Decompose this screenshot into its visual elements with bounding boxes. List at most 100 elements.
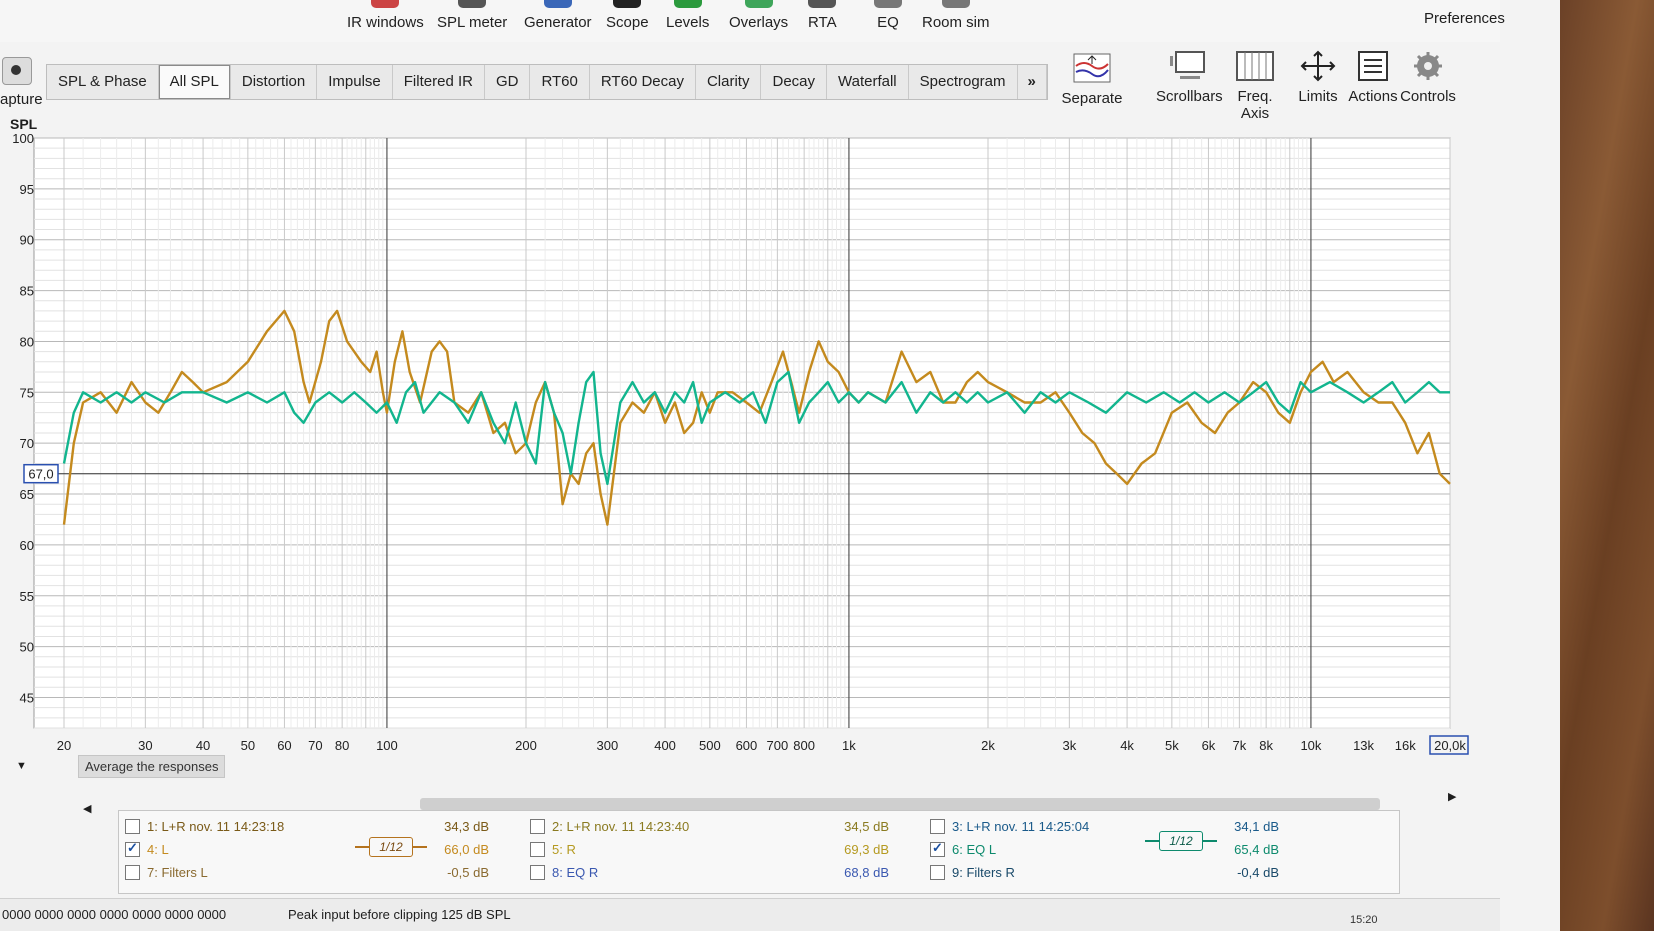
measurement-value: 34,3 dB [444,819,489,834]
measurement-item[interactable]: 3: L+R nov. 11 14:25:04 [930,819,1089,834]
tab-spl-phase[interactable]: SPL & Phase [47,65,159,99]
status-counters: 0000 0000 0000 0000 0000 0000 0000 [2,907,227,922]
toolbar-button-label: IR windows [347,14,424,31]
horizontal-scrollbar[interactable] [420,798,1380,810]
app-window: Preferences IR windows SPL meter Generator… [0,0,1560,931]
separate-icon [1072,52,1112,84]
measurement-item[interactable]: 2: L+R nov. 11 14:23:40 [530,819,689,834]
taskbar-clock: 15:20 [1350,914,1378,926]
measurement-checkbox[interactable] [930,819,945,834]
measurement-value: 68,8 dB [844,865,889,880]
measurement-item[interactable]: 9: Filters R [930,865,1015,880]
scope-icon [613,0,642,8]
scroll-left-arrow[interactable]: ◀ [83,802,91,815]
toolbar-button-levels[interactable]: Levels [666,0,709,42]
x-tick-label: 600 [736,738,758,753]
tab-spectrogram[interactable]: Spectrogram [909,65,1018,99]
measurement-checkbox[interactable] [530,842,545,857]
measurement-label: 3: L+R nov. 11 14:25:04 [952,819,1090,834]
measurement-label: 2: L+R nov. 11 14:23:40 [552,819,690,834]
measurement-item[interactable]: 6: EQ L [930,840,996,857]
y-tick-label: 90 [20,233,34,248]
measurement-value: -0,4 dB [1237,865,1279,880]
toolbar-button-label: Scope [606,14,649,31]
measurement-checkbox[interactable] [530,865,545,880]
capture-button[interactable]: apture [0,55,43,110]
eq-icon [874,0,902,8]
toolbar-button-room-sim[interactable]: Room sim [922,0,990,42]
toolbar-button-generator[interactable]: Generator [524,0,592,42]
x-tick-label: 30 [138,738,152,753]
measurement-item[interactable]: 4: L [125,840,169,857]
measurement-value: -0,5 dB [447,865,489,880]
tab-distortion[interactable]: Distortion [231,65,318,99]
measurement-checkbox[interactable] [125,840,140,857]
x-tick-label: 20,0k [1434,738,1466,753]
toolbar-button-ir-windows[interactable]: IR windows [347,0,424,42]
spl-graph[interactable]: 100 95 90 85 80 75 70 65 60 55 50 45 20 30 40 50 60 70 80 1… [0,128,1480,768]
measurement-item[interactable]: 8: EQ R [530,865,598,880]
tool-freq-axis[interactable]: Freq. Axis [1223,50,1287,122]
measurement-label: 5: R [552,842,576,857]
tab-all-spl[interactable]: All SPL [158,65,231,99]
y-tick-label: 70 [20,436,34,451]
measurement-item[interactable]: 1: L+R nov. 11 14:23:18 [125,819,284,834]
tab-gd[interactable]: GD [485,65,531,99]
measurement-label: 9: Filters R [952,865,1015,880]
graph-tabs: SPL & Phase All SPL Distortion Impulse Filte… [46,64,1048,100]
y-tick-label: 85 [20,284,34,299]
x-tick-label: 70 [308,738,322,753]
tab-waterfall[interactable]: Waterfall [827,65,909,99]
tab-rt60[interactable]: RT60 [530,65,590,99]
preferences-button[interactable]: Preferences [1424,10,1505,27]
y-tick-label: 50 [20,640,34,655]
tab-more[interactable]: » [1018,65,1047,99]
x-tick-label: 700 [767,738,789,753]
toolbar-button-scope[interactable]: Scope [606,0,649,42]
scroll-right-arrow[interactable]: ▶ [1448,790,1456,803]
toolbar-button-spl-meter[interactable]: SPL meter [437,0,507,42]
x-tick-label: 20 [57,738,71,753]
x-tick-label: 6k [1202,738,1216,753]
capture-icon [2,57,32,85]
toolbar-button-label: Overlays [729,14,789,31]
toolbar-button-label: EQ [877,14,899,31]
measurement-value: 34,5 dB [844,819,889,834]
tab-impulse[interactable]: Impulse [317,65,393,99]
average-responses-button[interactable]: Average the responses [78,755,226,778]
tab-rt60-decay[interactable]: RT60 Decay [590,65,696,99]
tab-clarity[interactable]: Clarity [696,65,762,99]
toolbar-button-overlays[interactable]: Overlays [729,0,788,42]
measurement-item[interactable]: 5: R [530,842,576,857]
tab-filtered-ir[interactable]: Filtered IR [393,65,485,99]
graph-menu-arrow[interactable]: ▼ [16,760,27,772]
x-tick-label: 200 [515,738,537,753]
tool-scrollbars[interactable]: Scrollbars [1156,50,1223,105]
y-tick-label: 55 [20,589,34,604]
measurement-checkbox[interactable] [930,840,945,857]
measurement-checkbox[interactable] [125,819,140,834]
measurement-label: 8: EQ R [552,865,599,880]
measurement-checkbox[interactable] [930,865,945,880]
tool-separate[interactable]: Separate [1060,52,1124,107]
y-tick-label: 45 [20,690,34,705]
measurement-label: 1: L+R nov. 11 14:23:18 [147,819,285,834]
x-tick-label: 16k [1395,738,1416,753]
measurement-checkbox[interactable] [125,865,140,880]
y-tick-label: 100 [12,131,34,146]
smoothing-selector-left[interactable]: 1/12 [355,837,427,857]
ir-windows-icon [371,0,400,8]
tool-label: Separate [1061,90,1123,107]
toolbar-button-rta[interactable]: RTA [808,0,837,42]
toolbar-button-eq[interactable]: EQ [874,0,902,42]
measurement-checkbox[interactable] [530,819,545,834]
background-wood [1560,0,1654,931]
controls-icon [1408,50,1448,82]
smoothing-selector-right[interactable]: 1/12 [1145,831,1217,851]
y-tick-label: 95 [20,182,34,197]
tool-controls[interactable]: Controls [1396,50,1460,105]
tab-decay[interactable]: Decay [761,65,828,99]
x-tick-label: 1k [842,738,856,753]
actions-icon [1353,50,1393,82]
measurement-item[interactable]: 7: Filters L [125,865,208,880]
